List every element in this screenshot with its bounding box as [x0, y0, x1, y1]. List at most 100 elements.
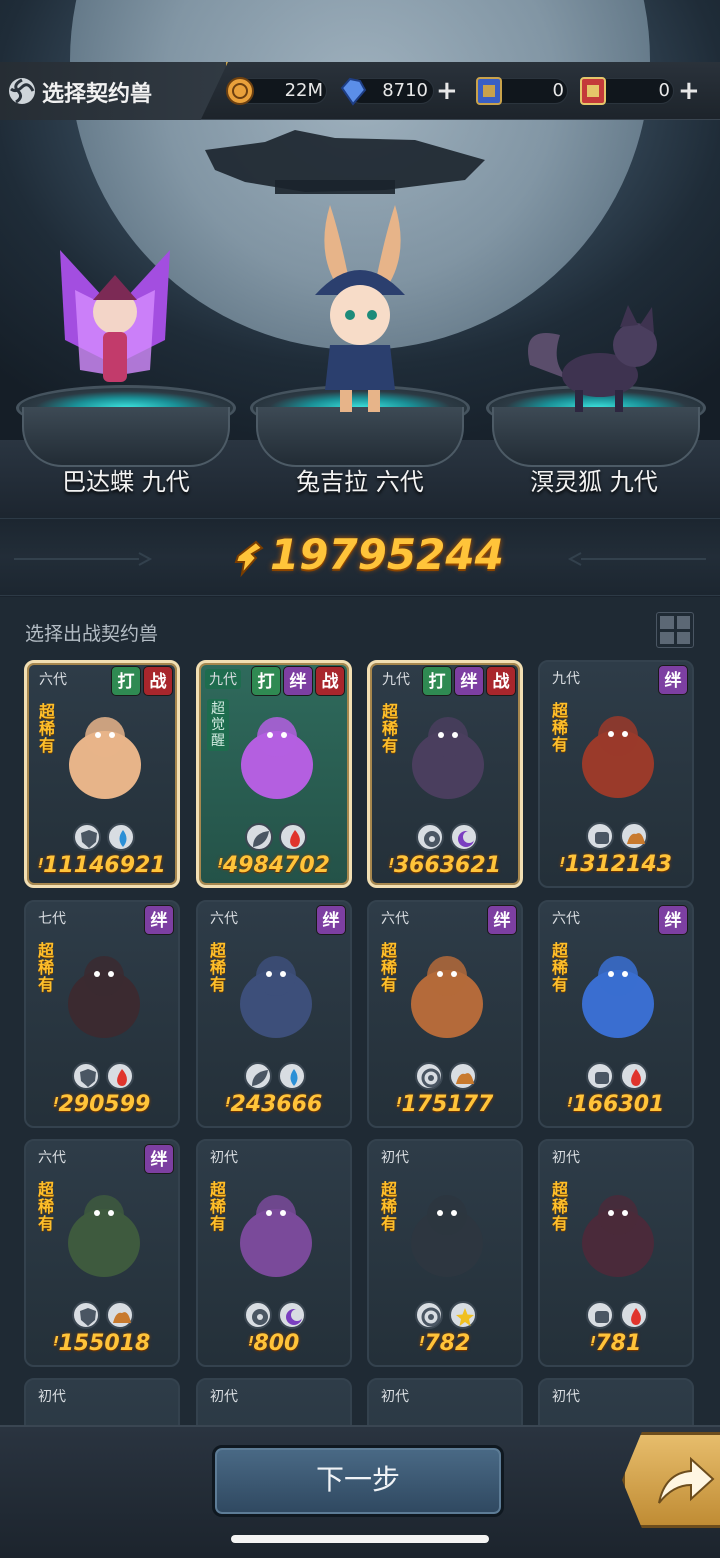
card-generation: 六代	[39, 672, 67, 688]
card-tags: 打绊战	[251, 666, 345, 696]
gold-ticket-add-button[interactable]: +	[678, 76, 700, 106]
card-power-value: 781	[595, 1331, 642, 1356]
card-generation: 初代	[38, 1389, 66, 1405]
target-icon	[415, 1062, 443, 1090]
card-power: ᵎ290599	[26, 1092, 178, 1117]
earth-icon	[106, 1301, 134, 1329]
beast-card[interactable]: 九代绊超稀有 ᵎ1312143	[538, 660, 694, 888]
leaf-icon	[244, 1062, 272, 1090]
card-tags: 绊	[487, 905, 517, 935]
moon-icon	[278, 1301, 306, 1329]
beast-portrait	[582, 716, 654, 798]
card-generation: 初代	[210, 1150, 238, 1166]
beast-portrait	[69, 717, 141, 799]
beast-portrait	[412, 717, 484, 799]
card-generation: 六代	[210, 911, 238, 927]
fire-icon	[620, 1301, 648, 1329]
power-icon	[234, 540, 264, 578]
card-tag: 打	[422, 666, 452, 696]
moon-icon	[450, 823, 478, 851]
crystal-icon	[340, 77, 367, 106]
blue-ticket-resource: 0	[474, 76, 570, 106]
title-tab: 选择契约兽	[0, 62, 228, 120]
shield-icon	[73, 823, 101, 851]
beast-card[interactable]: 初代 超稀有 ᵎ781	[538, 1139, 694, 1367]
fire-icon	[620, 1062, 648, 1090]
card-generation: 六代	[381, 911, 409, 927]
beast-card[interactable]: 六代绊超稀有 ᵎ155018	[24, 1139, 180, 1367]
crystal-value: 8710	[382, 80, 428, 101]
beast-portrait	[240, 1195, 312, 1277]
card-power-value: 290599	[58, 1092, 151, 1117]
right-ornament	[567, 552, 706, 566]
card-power: ᵎ1312143	[540, 852, 692, 877]
card-tags: 打绊战	[422, 666, 516, 696]
next-step-button[interactable]: 下一步	[212, 1445, 504, 1517]
target-icon	[415, 1301, 443, 1329]
card-generation: 初代	[552, 1150, 580, 1166]
fire-icon	[279, 823, 307, 851]
beast-card[interactable]: 七代绊超稀有 ᵎ290599	[24, 900, 180, 1128]
gold-ticket-icon	[580, 77, 606, 105]
card-generation: 九代	[205, 669, 241, 689]
card-power: ᵎ175177	[369, 1092, 521, 1117]
beast-portrait	[582, 1195, 654, 1277]
card-power: ᵎ4984702	[199, 853, 349, 878]
card-power-value: 243666	[230, 1092, 323, 1117]
beast-card[interactable]: 六代绊超稀有 ᵎ166301	[538, 900, 694, 1128]
card-power-value: 4984702	[222, 853, 330, 878]
eye-icon	[416, 823, 444, 851]
card-tag: 绊	[658, 905, 688, 935]
beast-portrait	[240, 956, 312, 1038]
left-ornament	[14, 552, 153, 566]
butterfly-character[interactable]	[55, 250, 175, 410]
card-generation: 六代	[38, 1150, 66, 1166]
earth-icon	[449, 1062, 477, 1090]
home-indicator	[231, 1535, 489, 1543]
card-power: ᵎ11146921	[27, 853, 177, 878]
beast-portrait	[582, 956, 654, 1038]
card-tag: 打	[251, 666, 281, 696]
fire-icon	[106, 1062, 134, 1090]
beast-portrait	[411, 956, 483, 1038]
shield-icon	[72, 1301, 100, 1329]
card-power-value: 800	[253, 1331, 300, 1356]
share-button[interactable]	[622, 1432, 720, 1528]
card-power-value: 155018	[58, 1331, 151, 1356]
total-power-value: 19795244	[270, 530, 504, 579]
rabbit-character[interactable]	[295, 195, 425, 415]
card-generation: 初代	[381, 1389, 409, 1405]
crystal-resource: 8710 +	[338, 76, 460, 106]
beast-card[interactable]: 九代打绊战超觉醒 ᵎ4984702	[196, 660, 352, 888]
beast-portrait	[68, 1195, 140, 1277]
card-power: ᵎ3663621	[370, 853, 520, 878]
beast-card[interactable]: 六代绊超稀有 ᵎ175177	[367, 900, 523, 1128]
leaf-icon	[245, 823, 273, 851]
beast-card[interactable]: 六代打战超稀有 ᵎ11146921	[24, 660, 180, 888]
card-tag: 绊	[283, 666, 313, 696]
card-power-value: 166301	[572, 1092, 665, 1117]
gold-value: 22M	[284, 80, 323, 101]
gold-ticket-resource: 0 +	[578, 76, 706, 106]
card-power-value: 11146921	[43, 853, 166, 878]
card-tag: 打	[111, 666, 141, 696]
resource-bar: 选择契约兽 22M 8710 + 0 0 +	[0, 62, 720, 120]
card-generation: 七代	[38, 911, 66, 927]
fox-character[interactable]	[520, 305, 670, 415]
card-generation: 初代	[210, 1389, 238, 1405]
team-member-name-1: 巴达蝶 九代	[62, 468, 190, 496]
star-icon	[449, 1301, 477, 1329]
grid-view-button[interactable]	[656, 612, 694, 648]
page-title: 选择契约兽	[42, 82, 153, 107]
beast-card[interactable]: 初代 超稀有 ᵎ800	[196, 1139, 352, 1367]
card-tags: 绊	[144, 1144, 174, 1174]
card-power-value: 1312143	[564, 852, 672, 877]
crystal-add-button[interactable]: +	[436, 76, 458, 106]
beast-card[interactable]: 九代打绊战超稀有 ᵎ3663621	[367, 660, 523, 888]
card-tags: 绊	[316, 905, 346, 935]
gold-resource: 22M	[225, 76, 330, 106]
earth-icon	[620, 822, 648, 850]
card-tag: 绊	[487, 905, 517, 935]
beast-card[interactable]: 六代绊超稀有 ᵎ243666	[196, 900, 352, 1128]
beast-card[interactable]: 初代 超稀有 ᵎ782	[367, 1139, 523, 1367]
